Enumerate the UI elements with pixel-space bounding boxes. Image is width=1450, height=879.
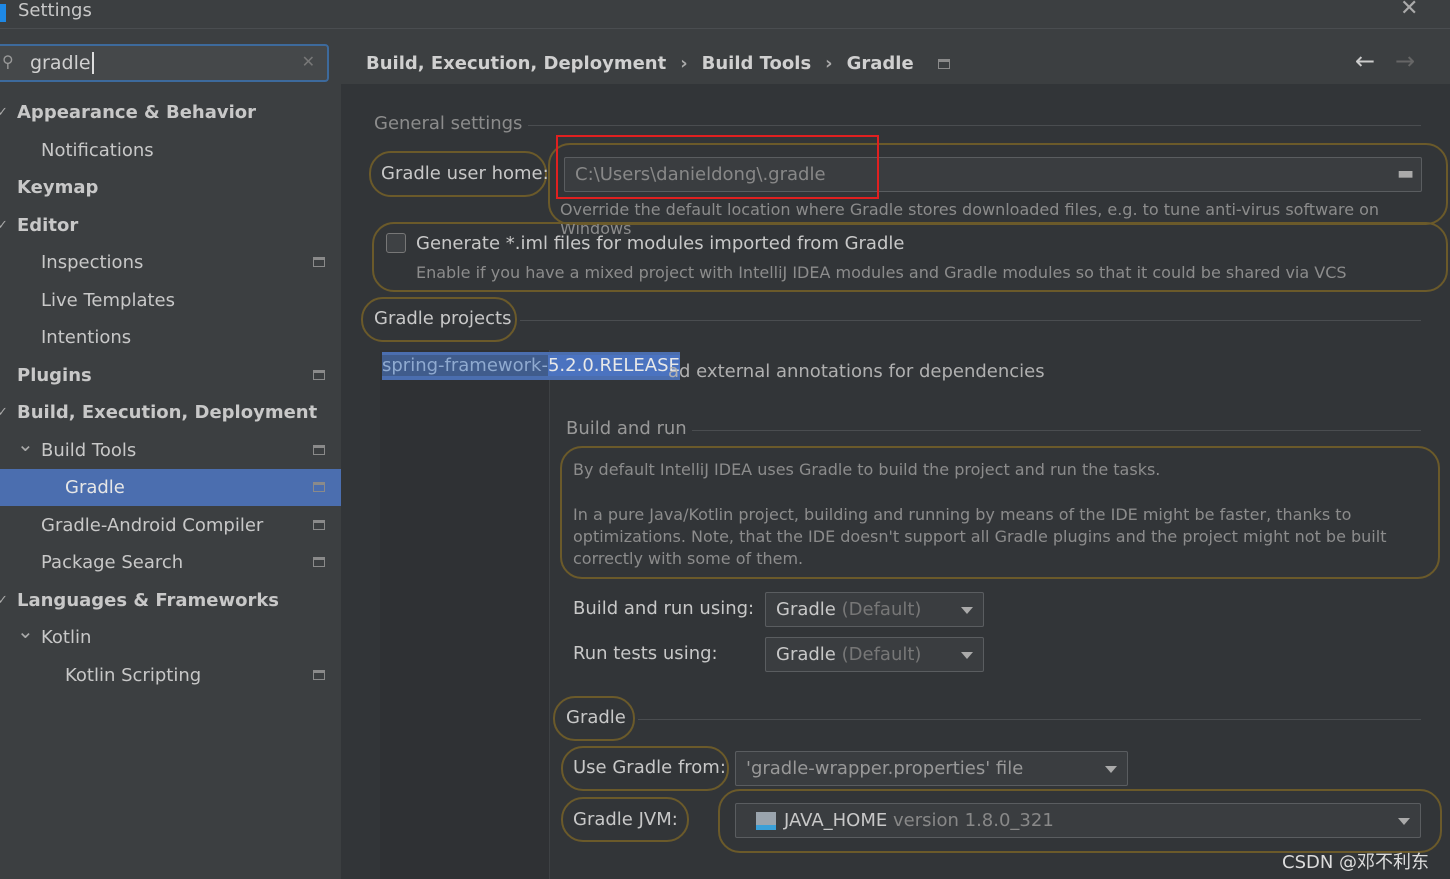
gradle-jvm-select[interactable]: JAVA_HOME version 1.8.0_321: [735, 803, 1421, 838]
sidebar-item-label: Kotlin Scripting: [65, 664, 202, 686]
project-level-icon: [313, 444, 325, 455]
build-run-info: By default IntelliJ IDEA uses Gradle to …: [573, 460, 1161, 479]
sidebar-item-label: Editor: [17, 214, 79, 236]
clear-search-icon[interactable]: ✕: [302, 52, 315, 71]
sidebar-item-languages-frameworks[interactable]: ✓ Languages & Frameworks: [0, 582, 341, 619]
sidebar-item-label: Build Tools: [41, 439, 137, 461]
project-level-icon: [937, 59, 950, 69]
breadcrumb: Build, Execution, Deployment › Build Tools…: [341, 29, 1450, 84]
gradle-user-home-label: Gradle user home:: [381, 163, 549, 184]
folder-icon[interactable]: ▬: [1397, 157, 1419, 190]
build-run-info-detail: In a pure Java/Kotlin project, building …: [573, 505, 1387, 568]
sidebar-item-label: Gradle: [65, 477, 125, 498]
search-icon: ⚲: [2, 52, 14, 71]
build-run-using-label: Build and run using:: [573, 598, 755, 619]
gradle-jvm-label: Gradle JVM:: [573, 809, 678, 830]
close-icon[interactable]: ✕: [1400, 0, 1418, 21]
sidebar-item-editor[interactable]: ✓ Editor: [0, 207, 341, 244]
sidebar-item-label: Live Templates: [41, 289, 175, 311]
sidebar-item-build-tools[interactable]: ⌄ Build Tools: [0, 432, 341, 469]
sidebar-item-notifications[interactable]: Notifications: [0, 132, 341, 169]
use-gradle-from-select[interactable]: 'gradle-wrapper.properties' file: [735, 751, 1128, 786]
sidebar-item-gradle-android-compiler[interactable]: Gradle-Android Compiler: [0, 507, 341, 544]
chevron-down-icon[interactable]: ✓: [0, 94, 8, 131]
sidebar-item-plugins[interactable]: Plugins: [0, 357, 341, 394]
breadcrumb-item[interactable]: Build Tools: [702, 53, 812, 74]
generate-iml-checkbox[interactable]: [386, 233, 406, 253]
sidebar-item-label: Inspections: [41, 252, 144, 273]
sidebar-item-label: Gradle-Android Compiler: [41, 514, 264, 536]
chevron-down-icon[interactable]: ⌄: [17, 426, 34, 463]
use-gradle-from-label: Use Gradle from:: [573, 757, 726, 778]
sidebar-item-gradle[interactable]: Gradle: [0, 469, 341, 506]
sidebar-item-label: Kotlin: [41, 627, 92, 648]
section-general-settings: General settings: [374, 113, 523, 134]
sidebar-item-appearance-behavior[interactable]: ✓ Appearance & Behavior: [0, 94, 341, 131]
title-bar: Settings ✕: [0, 0, 1450, 29]
projects-list: [380, 350, 550, 879]
project-level-icon: [313, 482, 325, 492]
back-arrow-icon[interactable]: ←: [1355, 47, 1375, 75]
window-title: Settings: [18, 0, 92, 21]
search-input[interactable]: ⚲ gradle ✕: [0, 44, 329, 82]
sidebar-item-package-search[interactable]: Package Search: [0, 544, 341, 581]
app-logo-icon: [0, 4, 6, 22]
project-level-icon: [313, 519, 325, 530]
section-gradle: Gradle: [566, 707, 626, 728]
breadcrumb-item[interactable]: Build, Execution, Deployment: [366, 53, 666, 74]
run-tests-using-label: Run tests using:: [573, 643, 718, 664]
run-tests-using-select[interactable]: Gradle (Default): [765, 637, 984, 672]
sidebar-item-inspections[interactable]: Inspections: [0, 244, 341, 281]
project-level-icon: [313, 557, 325, 567]
sidebar-item-kotlin-scripting[interactable]: Kotlin Scripting: [0, 657, 341, 694]
settings-sidebar: ⚲ gradle ✕ ✓ Appearance & Behavior Notific…: [0, 29, 341, 879]
generate-iml-label: Generate *.iml files for modules importe…: [416, 233, 905, 254]
sidebar-item-label: Intentions: [41, 327, 132, 348]
sidebar-item-label: Keymap: [17, 177, 99, 198]
generate-iml-hint: Enable if you have a mixed project with …: [416, 263, 1347, 282]
sidebar-item-label: Notifications: [41, 139, 154, 161]
chevron-down-icon[interactable]: ⌄: [17, 613, 34, 650]
sidebar-item-keymap[interactable]: Keymap: [0, 169, 341, 206]
project-item[interactable]: spring-framework-5.2.0.RELEASE: [382, 352, 680, 380]
project-level-icon: [313, 369, 325, 380]
sidebar-item-live-templates[interactable]: Live Templates: [0, 282, 341, 319]
forward-arrow-icon[interactable]: →: [1395, 47, 1415, 75]
sidebar-item-kotlin[interactable]: ⌄ Kotlin: [0, 619, 341, 656]
sidebar-item-intentions[interactable]: Intentions: [0, 319, 341, 356]
sidebar-item-label: Languages & Frameworks: [17, 589, 280, 611]
red-highlight-box: [556, 135, 879, 199]
jdk-folder-icon: [756, 812, 776, 830]
sidebar-item-label: Plugins: [17, 364, 92, 386]
project-level-icon: [313, 669, 325, 680]
section-gradle-projects: Gradle projects: [374, 308, 512, 329]
chevron-down-icon[interactable]: ✓: [0, 582, 8, 619]
download-annotations-label[interactable]: ad external annotations for dependencies: [668, 361, 1045, 382]
sidebar-item-label: Build, Execution, Deployment: [17, 402, 318, 423]
section-build-and-run: Build and run: [566, 418, 687, 439]
chevron-down-icon[interactable]: ✓: [0, 207, 8, 244]
project-level-icon: [313, 257, 325, 267]
build-run-using-select[interactable]: Gradle (Default): [765, 592, 984, 627]
sidebar-item-label: Appearance & Behavior: [17, 102, 257, 123]
sidebar-item-build-execution-deployment[interactable]: ✓ Build, Execution, Deployment: [0, 394, 341, 431]
watermark: CSDN @邓不利东: [1282, 852, 1430, 873]
search-value: gradle: [30, 52, 94, 74]
sidebar-item-label: Package Search: [41, 552, 184, 573]
chevron-down-icon[interactable]: ✓: [0, 394, 8, 431]
breadcrumb-item[interactable]: Gradle: [847, 53, 914, 74]
